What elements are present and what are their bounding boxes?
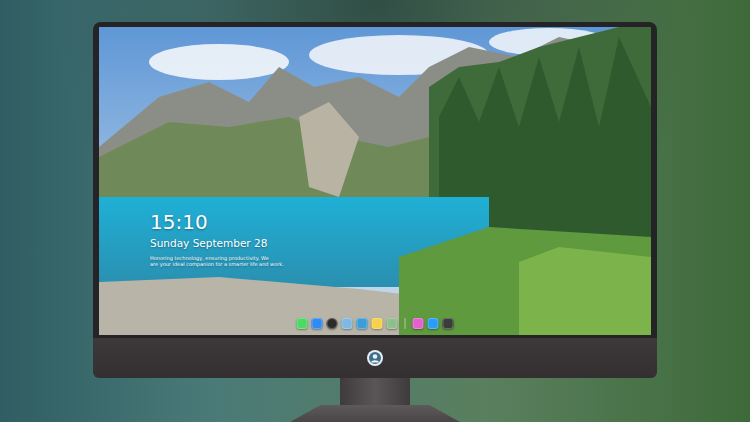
lock-caption: Honoring technology, ensuring productivi… bbox=[150, 255, 284, 267]
monitor-screen: 15:10 Sunday September 28 Honoring technol… bbox=[99, 27, 651, 335]
dock-app-icon[interactable] bbox=[312, 318, 323, 329]
caption-line: are your ideal companion for a smarter l… bbox=[150, 261, 284, 267]
monitor-bezel: 15:10 Sunday September 28 Honoring technol… bbox=[93, 22, 657, 338]
caption-line: Honoring technology, ensuring productivi… bbox=[150, 255, 284, 261]
dock bbox=[293, 316, 458, 331]
page: 15:10 Sunday September 28 Honoring technol… bbox=[0, 0, 750, 422]
clock-date: Sunday September 28 bbox=[150, 236, 284, 250]
monitor-stand-neck bbox=[340, 378, 410, 405]
dock-app-icon[interactable] bbox=[372, 318, 383, 329]
monitor-chin bbox=[93, 338, 657, 378]
dock-app-icon[interactable] bbox=[428, 318, 439, 329]
clock-time: 15:10 bbox=[150, 210, 284, 234]
dock-app-icon[interactable] bbox=[342, 318, 353, 329]
dock-app-icon[interactable] bbox=[413, 318, 424, 329]
dock-app-icon[interactable] bbox=[327, 318, 338, 329]
dock-separator bbox=[405, 318, 406, 329]
monitor-stand-base bbox=[290, 405, 460, 422]
dock-app-icon[interactable] bbox=[443, 318, 454, 329]
dock-app-icon[interactable] bbox=[297, 318, 308, 329]
wallpaper-photo bbox=[99, 27, 651, 335]
dock-app-icon[interactable] bbox=[357, 318, 368, 329]
brand-logo-icon bbox=[366, 349, 384, 367]
dock-app-icon[interactable] bbox=[387, 318, 398, 329]
lock-screen-info: 15:10 Sunday September 28 Honoring technol… bbox=[150, 210, 284, 267]
